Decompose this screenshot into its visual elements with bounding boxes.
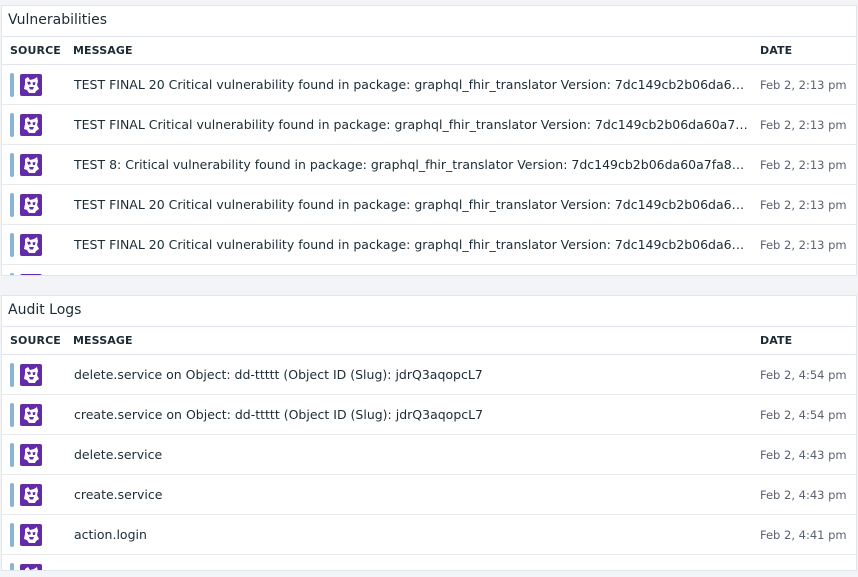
table-row[interactable]: TEST 8: Critical vulnerability found in … [2,145,856,185]
row-message: TEST FINAL 20 Critical vulnerability fou… [74,77,750,92]
status-bar [10,403,14,427]
status-bar [10,563,14,570]
status-bar [10,193,14,217]
status-bar [10,363,14,387]
row-message: delete.service on Object: dd-ttttt (Obje… [74,367,483,382]
row-date: Feb 2, 2:13 pm [760,198,847,212]
datadog-logo-icon [20,484,42,506]
table-row[interactable]: delete.service on Object: dd-ttttt (Obje… [2,355,856,395]
column-header-message[interactable]: MESSAGE [73,334,133,347]
status-bar [10,523,14,547]
row-message: TEST FINAL Critical vulnerability found … [74,117,750,132]
panel-title: Vulnerabilities [2,6,856,37]
status-bar [10,443,14,467]
column-header-date[interactable]: DATE [760,334,792,347]
column-header-source[interactable]: SOURCE [10,44,61,57]
table-row[interactable]: action.login Feb 2, 4:41 pm [2,515,856,555]
table-header: SOURCE MESSAGE DATE [2,37,856,65]
datadog-logo-icon [20,74,42,96]
audit-logs-panel: Audit Logs SOURCE MESSAGE DATE delete.se… [1,295,857,571]
status-bar [10,73,14,97]
datadog-logo-icon [20,404,42,426]
column-header-source[interactable]: SOURCE [10,334,61,347]
table-row[interactable] [2,555,856,570]
table-row[interactable]: create.service on Object: dd-ttttt (Obje… [2,395,856,435]
status-bar [10,273,14,275]
status-bar [10,153,14,177]
table-row[interactable]: delete.service Feb 2, 4:43 pm [2,435,856,475]
table-row[interactable]: TEST FINAL Critical vulnerability found … [2,105,856,145]
table-row[interactable]: create.service Feb 2, 4:43 pm [2,475,856,515]
row-message: delete.service [74,447,163,462]
row-message: create.service [74,487,163,502]
column-header-date[interactable]: DATE [760,44,792,57]
panel-title: Audit Logs [2,296,856,327]
datadog-logo-icon [20,114,42,136]
row-message: TEST FINAL 20 Critical vulnerability fou… [74,237,750,252]
table-row[interactable] [2,265,856,275]
table-body: delete.service on Object: dd-ttttt (Obje… [2,355,856,570]
status-bar [10,483,14,507]
row-message: TEST FINAL 20 Critical vulnerability fou… [74,197,750,212]
row-date: Feb 2, 4:41 pm [760,528,847,542]
table-row[interactable]: TEST FINAL 20 Critical vulnerability fou… [2,65,856,105]
datadog-logo-icon [20,444,42,466]
status-bar [10,233,14,257]
table-header: SOURCE MESSAGE DATE [2,327,856,355]
datadog-logo-icon [20,524,42,546]
row-date: Feb 2, 4:54 pm [760,368,847,382]
table-body: TEST FINAL 20 Critical vulnerability fou… [2,65,856,275]
row-date: Feb 2, 2:13 pm [760,118,847,132]
row-date: Feb 2, 4:43 pm [760,448,847,462]
column-header-message[interactable]: MESSAGE [73,44,133,57]
datadog-logo-icon [20,364,42,386]
datadog-logo-icon [20,564,42,570]
status-bar [10,113,14,137]
row-message: action.login [74,527,147,542]
table-row[interactable]: TEST FINAL 20 Critical vulnerability fou… [2,185,856,225]
datadog-logo-icon [20,194,42,216]
row-message: TEST 8: Critical vulnerability found in … [74,157,750,172]
row-date: Feb 2, 2:13 pm [760,238,847,252]
datadog-logo-icon [20,274,42,275]
row-date: Feb 2, 4:54 pm [760,408,847,422]
datadog-logo-icon [20,154,42,176]
datadog-logo-icon [20,234,42,256]
row-date: Feb 2, 2:13 pm [760,158,847,172]
vulnerabilities-panel: Vulnerabilities SOURCE MESSAGE DATE TEST… [1,5,857,276]
row-date: Feb 2, 2:13 pm [760,78,847,92]
row-date: Feb 2, 4:43 pm [760,488,847,502]
row-message: create.service on Object: dd-ttttt (Obje… [74,407,484,422]
table-row[interactable]: TEST FINAL 20 Critical vulnerability fou… [2,225,856,265]
